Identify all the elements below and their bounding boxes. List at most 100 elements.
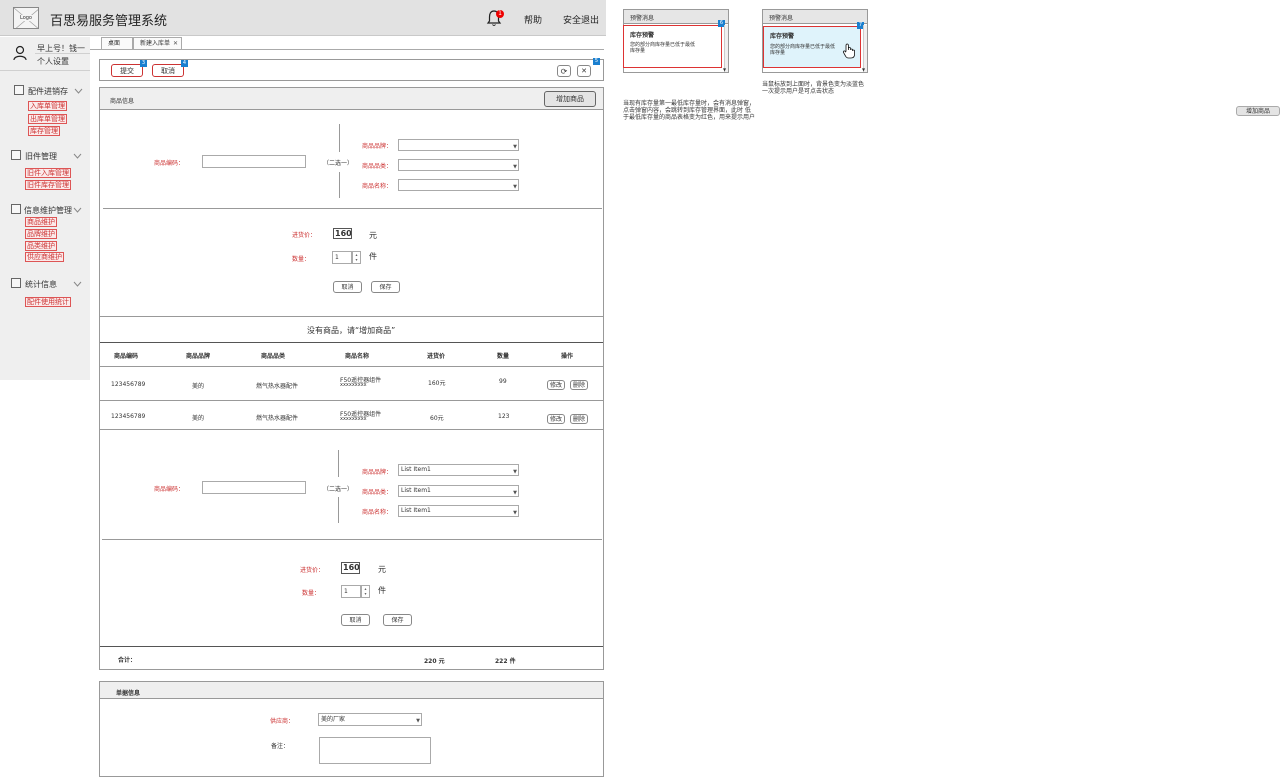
cell-category: 燃气热水器配件 xyxy=(256,415,299,422)
brand-select[interactable]: List Item1 ▼ xyxy=(398,464,519,476)
logo-text: Logo xyxy=(19,15,33,21)
supplier-label: 供应商： xyxy=(270,718,295,725)
col-header-price: 进货价 xyxy=(427,353,446,360)
chevron-down-icon: ▼ xyxy=(513,469,517,475)
cell-code: 123456789 xyxy=(111,381,146,388)
hover-note: 当鼠标放到上面时，背景色变为淡蓝色 xyxy=(762,81,865,88)
delete-button[interactable]: 删除 xyxy=(570,380,588,390)
category-select[interactable]: ▼ xyxy=(398,159,519,171)
form-save-button[interactable]: 保存 xyxy=(371,281,400,293)
supplier-select-value: 美的厂家 xyxy=(321,716,346,723)
alert-title: 库存预警 xyxy=(770,33,795,40)
edit-button[interactable]: 修改 xyxy=(547,380,565,390)
cell-category: 燃气热水器配件 xyxy=(256,383,299,390)
sidebar-group-info-maintenance[interactable]: 信息维护管理 xyxy=(24,205,72,216)
form-cancel-button[interactable]: 取消 xyxy=(333,281,362,293)
sidebar-group-inventory[interactable]: 配件进销存 xyxy=(28,86,68,97)
sidebar-item-supplier[interactable]: 供应商维护 xyxy=(25,252,64,262)
chevron-down-icon[interactable] xyxy=(73,207,82,213)
statistics-group-icon xyxy=(11,278,21,288)
name-label: 商品名称： xyxy=(362,183,393,190)
sidebar-item-stock[interactable]: 库存管理 xyxy=(28,126,60,136)
tab-new-inbound[interactable]: 新建入库单 ✕ xyxy=(133,37,182,49)
remark-textarea[interactable] xyxy=(319,737,431,764)
price-input[interactable]: 160 xyxy=(333,228,352,239)
category-select-value: List Item1 xyxy=(401,487,431,494)
sidebar-item-brand[interactable]: 品牌维护 xyxy=(25,229,57,239)
cancel-button[interactable]: 取消 xyxy=(152,64,184,77)
add-goods-button-sample[interactable]: 增加商品 xyxy=(1236,106,1280,116)
sidebar-item-usage-stats[interactable]: 配件使用统计 xyxy=(25,297,71,307)
goods-code-input[interactable] xyxy=(202,155,306,168)
cell-brand: 美的 xyxy=(192,415,205,422)
help-link[interactable]: 帮助 xyxy=(524,13,542,26)
name-select[interactable]: List Item1 ▼ xyxy=(398,505,519,517)
chevron-down-icon: ▼ xyxy=(513,184,517,190)
goods-code-input[interactable] xyxy=(202,481,306,494)
tab-label: 新建入库单 xyxy=(140,40,171,47)
add-goods-button[interactable]: 增加商品 xyxy=(544,91,596,107)
delete-button[interactable]: 删除 xyxy=(570,414,588,424)
close-icon[interactable]: ✕ xyxy=(577,65,591,77)
brand-label: 商品品牌： xyxy=(362,469,393,476)
qty-input[interactable]: 1 xyxy=(341,585,361,598)
brand-select[interactable]: ▼ xyxy=(398,139,519,151)
edit-button[interactable]: 修改 xyxy=(547,414,565,424)
cell-price: 160元 xyxy=(428,380,446,387)
annotation-badge: 5 xyxy=(593,58,600,65)
alert-popup-header-text: 预警消息 xyxy=(769,15,794,22)
alert-note: 点击弹窗内容，会跳转到库存管理界面，此时 低 xyxy=(623,107,751,114)
goods-section-title: 商品信息 xyxy=(110,98,135,105)
sidebar-item-old-inbound[interactable]: 旧件入库管理 xyxy=(25,168,71,178)
supplier-select[interactable]: 美的厂家 ▼ xyxy=(318,713,422,726)
sidebar-group-old-parts[interactable]: 旧件管理 xyxy=(25,151,57,162)
chevron-down-icon[interactable] xyxy=(73,153,82,159)
order-panel-header xyxy=(100,682,603,699)
qty-input[interactable]: 1 xyxy=(332,251,352,264)
cell-qty: 99 xyxy=(499,378,507,385)
remark-label: 备注： xyxy=(271,743,290,750)
tab-label: 桌面 xyxy=(108,40,121,47)
sidebar-item-category[interactable]: 品类维护 xyxy=(25,241,57,251)
sidebar-group-statistics[interactable]: 统计信息 xyxy=(25,279,57,290)
sidebar-item-old-stock[interactable]: 旧件库存管理 xyxy=(25,180,71,190)
price-input[interactable]: 160 xyxy=(341,562,360,574)
submit-button[interactable]: 提交 xyxy=(111,64,143,77)
sidebar-item-goods[interactable]: 商品维护 xyxy=(25,217,57,227)
sidebar-item-inbound[interactable]: 入库单管理 xyxy=(28,101,67,111)
annotation-badge: 4 xyxy=(181,60,188,67)
price-label: 进货价： xyxy=(300,567,325,574)
brand-select-value: List Item1 xyxy=(401,466,431,473)
tab-desktop[interactable]: 桌面 xyxy=(101,37,133,49)
old-parts-group-icon xyxy=(11,150,21,160)
scrollbar[interactable] xyxy=(863,25,867,72)
price-label: 进货价： xyxy=(292,232,317,239)
qty-stepper[interactable]: ▴ ▾ xyxy=(352,251,361,264)
category-select[interactable]: List Item1 ▼ xyxy=(398,485,519,497)
form-cancel-button[interactable]: 取消 xyxy=(341,614,370,626)
scroll-down-icon[interactable]: ▼ xyxy=(723,67,726,72)
form-save-button[interactable]: 保存 xyxy=(383,614,412,626)
refresh-icon[interactable]: ⟳ xyxy=(557,65,571,77)
personal-settings-link[interactable]: 个人设置 xyxy=(37,56,69,67)
sidebar-item-outbound[interactable]: 出库单管理 xyxy=(28,114,67,124)
scroll-down-icon[interactable]: ▼ xyxy=(862,67,865,72)
chevron-down-icon: ▼ xyxy=(513,490,517,496)
cell-qty: 123 xyxy=(498,413,510,420)
goods-code-label: 商品编码： xyxy=(154,486,185,493)
sidebar-divider xyxy=(0,70,90,71)
order-section-title: 单据信息 xyxy=(116,690,141,697)
divider xyxy=(100,429,603,430)
category-label: 商品品类： xyxy=(362,163,393,170)
alert-title: 库存预警 xyxy=(630,32,655,39)
name-select[interactable]: ▼ xyxy=(398,179,519,191)
qty-stepper[interactable]: ▴ ▾ xyxy=(361,585,370,598)
scrollbar[interactable] xyxy=(724,25,728,72)
divider xyxy=(339,124,340,152)
chevron-down-icon: ▼ xyxy=(513,510,517,516)
chevron-down-icon[interactable] xyxy=(73,281,82,287)
chevron-down-icon[interactable] xyxy=(74,88,83,94)
logout-link[interactable]: 安全退出 xyxy=(563,13,599,26)
cell-name-sub: xxxxxxxxx xyxy=(340,382,367,388)
close-tab-icon[interactable]: ✕ xyxy=(173,40,178,47)
